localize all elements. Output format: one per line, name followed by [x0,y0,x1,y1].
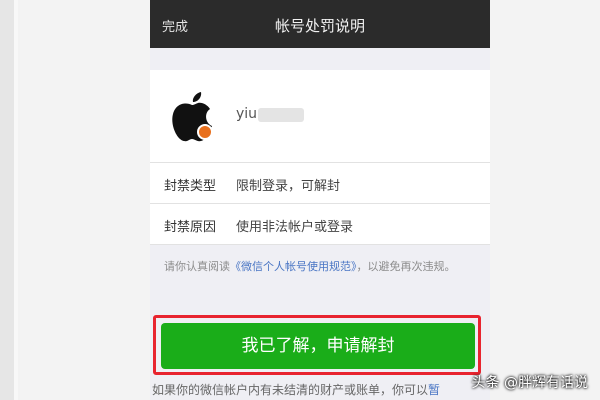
ban-type-label: 封禁类型 [164,179,217,194]
ban-reason-label: 封禁原因 [164,220,217,235]
footer-link[interactable]: 暂 [428,383,440,397]
account-name-mask [258,108,304,122]
footer-text: 如果你的微信帐户内有未结清的财产或账单，你可以暂 [152,381,492,398]
ban-reason-row: 封禁原因 使用非法帐户或登录 [150,204,490,245]
request-unblock-button[interactable]: 我已了解，申请解封 [161,323,475,369]
ban-type-value: 限制登录，可解封 [236,179,341,194]
footer-prefix: 如果你的微信帐户内有未结清的财产或账单，你可以 [152,383,429,397]
ban-type-row: 封禁类型 限制登录，可解封 [150,163,490,204]
section-gap [150,48,490,70]
background-panel-edge [14,0,18,400]
apple-avatar-icon [172,92,213,142]
navigation-bar: 完成 帐号处罚说明 [150,0,490,48]
ban-reason-value: 使用非法帐户或登录 [236,220,354,235]
notice-text: 请你认真阅读《微信个人帐号使用规范》，以避免再次违规。 [164,256,480,278]
usage-rules-link[interactable]: 《微信个人帐号使用规范》 [230,260,357,273]
watermark: 头条 @胖辉有话说 [471,375,588,391]
background-panel [0,0,14,400]
notice-suffix: ，以避免再次违规。 [356,260,456,273]
page-title: 帐号处罚说明 [274,17,365,35]
account-card: yiu [150,70,490,163]
notice-prefix: 请你认真阅读 [164,260,230,273]
account-name: yiu [236,106,258,122]
